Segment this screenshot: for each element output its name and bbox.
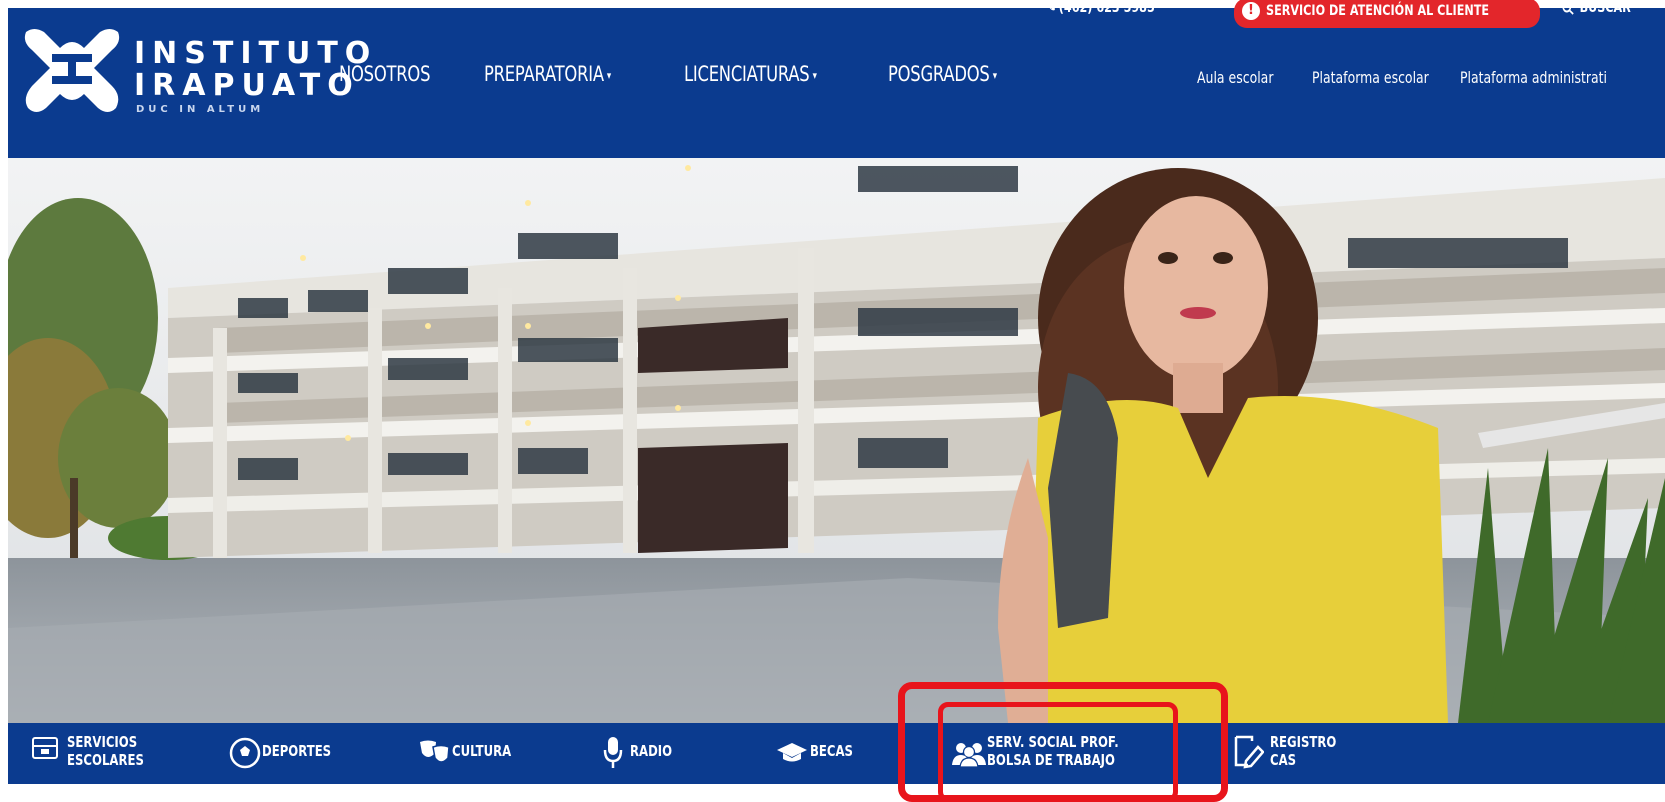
quick-link-label: BECAS — [810, 742, 853, 760]
microphone-icon — [603, 737, 623, 768]
link-aula-escolar[interactable]: Aula escolar — [1197, 68, 1273, 87]
nav-item-preparatoria[interactable]: PREPARATORIA ▾ — [484, 62, 611, 86]
search-label: BUSCAR — [1579, 0, 1631, 16]
nav-item-licenciaturas[interactable]: LICENCIATURAS ▾ — [684, 62, 817, 86]
customer-service-button[interactable]: ! SERVICIO DE ATENCIÓN AL CLIENTE — [1234, 0, 1540, 28]
nav-item-posgrados[interactable]: POSGRADOS ▾ — [888, 62, 997, 86]
nav-item-label: PREPARATORIA — [484, 62, 604, 86]
phone-number: (462) 623 5985 — [1058, 0, 1155, 16]
quick-link-label: DEPORTES — [262, 742, 332, 760]
soccer-ball-icon — [229, 737, 261, 769]
logo-motto: DUC IN ALTUM — [136, 104, 265, 115]
quick-links-bar: SERVICIOS ESCOLARES DEPORTES CULTURA RAD… — [8, 723, 1665, 784]
school-services-icon — [32, 737, 58, 759]
edit-document-icon — [1234, 735, 1264, 769]
quick-link-label: SERVICIOS — [67, 733, 138, 751]
logo-text-irapuato: IRAPUATO — [134, 68, 360, 103]
quick-link-label: CAS — [1270, 751, 1297, 769]
customer-service-label: SERVICIO DE ATENCIÓN AL CLIENTE — [1266, 3, 1490, 19]
nav-item-label: POSGRADOS — [888, 62, 990, 86]
search-icon — [1562, 1, 1574, 15]
hero-image — [8, 158, 1665, 723]
nav-item-nosotros[interactable]: NOSOTROS — [339, 62, 430, 86]
phone-icon — [1046, 1, 1055, 11]
quick-link-label: CULTURA — [452, 742, 512, 760]
search-button[interactable]: BUSCAR — [1562, 0, 1631, 16]
quick-link-label: RADIO — [630, 742, 673, 760]
nav-item-label: NOSOTROS — [339, 62, 431, 86]
chevron-down-icon: ▾ — [812, 68, 817, 82]
instituto-irapuato-logo-icon — [24, 29, 120, 112]
site-logo[interactable]: INSTITUTO IRAPUATO DUC IN ALTUM — [22, 24, 370, 119]
site-header: INSTITUTO IRAPUATO DUC IN ALTUM NOSOTROS… — [8, 0, 1665, 158]
graduation-cap-icon — [777, 743, 807, 762]
info-icon: ! — [1242, 2, 1260, 20]
chevron-down-icon: ▾ — [992, 68, 997, 82]
hero-banner[interactable] — [8, 158, 1665, 723]
nav-item-label: LICENCIATURAS — [684, 62, 810, 86]
phone-link[interactable]: (462) 623 5985 — [1046, 0, 1155, 16]
link-plataforma-administrativa[interactable]: Plataforma administrati — [1460, 68, 1607, 87]
highlight-box-inner — [938, 702, 1178, 802]
quick-link-label: ESCOLARES — [67, 751, 144, 769]
chevron-down-icon: ▾ — [606, 68, 612, 82]
quick-link-label: REGISTRO — [1270, 733, 1337, 751]
link-plataforma-escolar[interactable]: Plataforma escolar — [1312, 68, 1429, 87]
theater-masks-icon — [420, 740, 450, 763]
